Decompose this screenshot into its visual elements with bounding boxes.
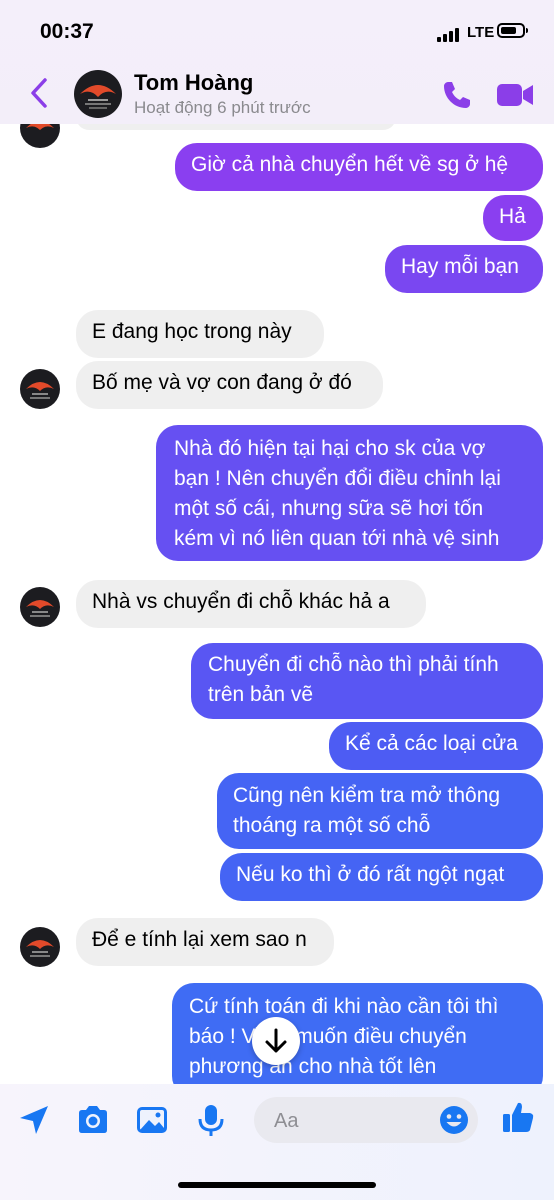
emoji-icon[interactable] (438, 1104, 470, 1136)
battery-level (501, 27, 516, 34)
video-call-button[interactable] (496, 80, 534, 110)
status-time: 00:37 (40, 20, 94, 43)
chat-header: 00:37 LTE Tom Hoàng Hoạt động 6 phút trư… (0, 0, 554, 124)
thumbs-up-icon (503, 1102, 534, 1132)
message-text: Nhà vs chuyển đi chỗ khác hả a (92, 590, 390, 613)
message-input-box[interactable] (254, 1097, 478, 1143)
message-sent[interactable]: Cứ tính toán đi khi nào cần tôi thì báo … (172, 983, 543, 1098)
message-sent[interactable]: Giờ cả nhà chuyển hết về sg ở hệ (175, 143, 543, 191)
contact-name[interactable]: Tom Hoàng (134, 70, 253, 96)
message-line: Nhà đó hiện tại hại cho sk của vợ (174, 437, 486, 460)
location-button[interactable] (16, 1102, 52, 1138)
message-line: thoáng ra một số chỗ (233, 814, 431, 837)
message-text: Giờ cả nhà chuyển hết về sg ở hệ (191, 153, 509, 176)
message-line: phương án cho nhà tốt lên (189, 1055, 437, 1078)
message-sent[interactable]: Hay mỗi bạn (385, 245, 543, 293)
message-text: E đang học trong này (92, 320, 292, 343)
contact-avatar[interactable] (20, 927, 60, 967)
message-line: Cứ tính toán đi khi nào cần tôi thì (189, 995, 499, 1018)
phone-icon (444, 82, 470, 108)
message-text: Hay mỗi bạn (401, 255, 519, 278)
scroll-to-bottom-button[interactable] (252, 1017, 300, 1065)
message-sent[interactable]: Nếu ko thì ở đó rất ngột ngạt (220, 853, 543, 901)
send-location-icon (20, 1106, 48, 1134)
camera-icon (79, 1106, 107, 1133)
message-text: Hả (499, 205, 526, 228)
message-sent[interactable]: Hả (483, 195, 543, 241)
message-received[interactable]: Để e tính lại xem sao n (76, 918, 334, 966)
message-received[interactable]: E đang học trong này (76, 310, 324, 358)
message-sent[interactable]: Cũng nên kiểm tra mở thông thoáng ra một… (217, 773, 543, 849)
message-line: trên bản vẽ (208, 683, 314, 706)
signal-icon (437, 26, 463, 42)
voice-message-button[interactable] (193, 1102, 229, 1138)
message-text: Để e tính lại xem sao n (92, 928, 307, 951)
home-indicator[interactable] (178, 1182, 376, 1188)
contact-avatar[interactable] (74, 70, 122, 118)
message-line: kém vì nó liên quan tới nhà vệ sinh (174, 527, 500, 550)
contact-status: Hoạt động 6 phút trước (134, 98, 311, 117)
contact-avatar[interactable] (20, 369, 60, 409)
arrow-down-icon (265, 1028, 287, 1053)
message-composer (0, 1084, 554, 1200)
gallery-button[interactable] (134, 1102, 170, 1138)
message-text: Nếu ko thì ở đó rất ngột ngạt (236, 863, 505, 886)
chevron-left-icon (31, 78, 47, 108)
message-text: Bố mẹ và vợ con đang ở đó (92, 371, 352, 394)
back-button[interactable] (28, 76, 50, 110)
message-sent[interactable]: Chuyển đi chỗ nào thì phải tính trên bản… (191, 643, 543, 719)
message-text: Kể cả các loại cửa (345, 732, 518, 755)
message-line: Chuyển đi chỗ nào thì phải tính (208, 653, 499, 676)
message-sent[interactable]: Kể cả các loại cửa (329, 722, 543, 770)
video-camera-icon (497, 84, 533, 106)
message-line: Cũng nên kiểm tra mở thông (233, 784, 501, 807)
camera-button[interactable] (75, 1102, 111, 1138)
message-line: bạn ! Nên chuyển đổi điều chỉnh lại (174, 467, 501, 490)
gallery-icon (137, 1107, 167, 1133)
battery-icon (497, 23, 528, 38)
message-sent[interactable]: Nhà đó hiện tại hại cho sk của vợ bạn ! … (156, 425, 543, 561)
network-type: LTE (467, 24, 495, 41)
message-received[interactable]: Bố mẹ và vợ con đang ở đó (76, 361, 383, 409)
message-input[interactable] (272, 1106, 436, 1136)
microphone-icon (198, 1105, 224, 1136)
message-line: một số cái, nhưng sữa sẽ hơi tốn (174, 497, 484, 520)
voice-call-button[interactable] (440, 78, 474, 112)
message-received[interactable]: Nhà vs chuyển đi chỗ khác hả a (76, 580, 426, 628)
contact-avatar[interactable] (20, 587, 60, 627)
like-button[interactable] (500, 1099, 536, 1135)
status-bar: 00:37 LTE (0, 0, 554, 60)
message-line: báo ! Vì tôi muốn điều chuyển (189, 1025, 467, 1048)
